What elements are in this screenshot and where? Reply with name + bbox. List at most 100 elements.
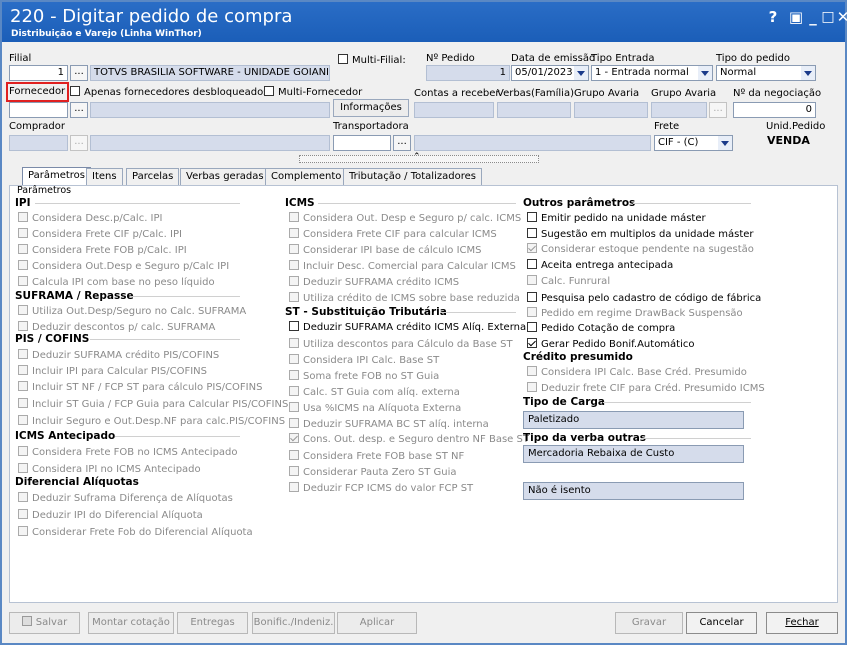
- chevron-down-icon: [718, 136, 732, 150]
- tipo-pedido-select[interactable]: Normal: [716, 65, 816, 81]
- num-negociacao-label: Nº da negociação: [733, 88, 822, 99]
- chevron-down-icon: [801, 66, 815, 80]
- tipo-carga-section-title: Tipo de Carga: [523, 396, 606, 408]
- section-divider: [641, 438, 751, 439]
- outros-checkbox-5[interactable]: Pesquisa pelo cadastro de código de fábr…: [527, 292, 761, 304]
- section-divider: [440, 312, 516, 313]
- window-title: 220 - Digitar pedido de compra: [10, 6, 293, 27]
- outros-checkbox-0[interactable]: Emitir pedido na unidade máster: [527, 212, 706, 224]
- isencao-field[interactable]: Não é isento: [523, 482, 744, 500]
- st-checkbox-5: Usa %ICMS na Alíquota Externa: [289, 402, 461, 414]
- tipo-verba-section-title: Tipo da verba outras: [523, 432, 647, 444]
- st-checkbox-0[interactable]: Deduzir SUFRAMA crédito ICMS Alíq. Exter…: [289, 321, 526, 333]
- outros-checkbox-8[interactable]: Gerar Pedido Bonif.Automático: [527, 338, 695, 350]
- st-checkbox-1: Utiliza descontos para Cálculo da Base S…: [289, 338, 513, 350]
- ipi-section-title: IPI: [15, 197, 31, 209]
- multi-filial-checkbox[interactable]: Multi-Filial:: [338, 54, 406, 66]
- tipo-carga-field[interactable]: Paletizado: [523, 411, 744, 429]
- filial-code-input[interactable]: 1: [9, 65, 68, 81]
- data-emissao-label: Data de emissão: [511, 53, 596, 64]
- ipi-checkbox-4: Calcula IPI com base no peso líquido: [18, 276, 215, 288]
- transportadora-code-input[interactable]: [333, 135, 391, 151]
- fornecedor-name-field: [90, 102, 330, 118]
- num-negociacao-input[interactable]: 0: [733, 102, 816, 118]
- close-button[interactable]: ✕: [834, 8, 847, 26]
- st-checkbox-10: Deduzir FCP ICMS do valor FCP ST: [289, 482, 473, 494]
- outros-checkbox-1[interactable]: Sugestão em multiplos da unidade máster: [527, 228, 754, 240]
- pis-checkbox-4: Incluir Seguro e Out.Desp.NF para calc.P…: [18, 415, 285, 427]
- transportadora-search-button[interactable]: ...: [393, 135, 411, 151]
- collapse-splitter[interactable]: ⌃: [299, 152, 539, 163]
- section-divider: [633, 203, 751, 204]
- data-emissao-picker[interactable]: 05/01/2023: [511, 65, 589, 81]
- section-divider: [603, 402, 751, 403]
- informacoes-button[interactable]: Informações: [333, 99, 409, 117]
- fechar-button[interactable]: Fechar: [766, 612, 838, 634]
- ipi-checkbox-2: Considera Frete FOB p/Calc. IPI: [18, 244, 187, 256]
- section-divider: [35, 203, 240, 204]
- suframa-section-title: SUFRAMA / Repasse: [15, 290, 134, 302]
- apenas-desbloqueados-checkbox[interactable]: Apenas fornecedores desbloqueados: [70, 86, 268, 98]
- window-subtitle: Distribuição e Varejo (Linha WinThor): [11, 29, 202, 39]
- outros-checkbox-4: Calc. Funrural: [527, 275, 610, 287]
- diferencial-checkbox-2: Considerar Frete Fob do Diferencial Alíq…: [18, 526, 253, 538]
- tab-complemento[interactable]: Complemento: [265, 168, 348, 185]
- grupo-avaria-2-field: [651, 102, 707, 118]
- diferencial-checkbox-1: Deduzir IPI do Diferencial Alíquota: [18, 509, 203, 521]
- filial-name-field: TOTVS BRASILIA SOFTWARE - UNIDADE GOIANI: [90, 65, 330, 81]
- montar-cotacao-button: Montar cotação: [88, 612, 174, 634]
- outros-checkbox-2: Considerar estoque pendente na sugestão: [527, 243, 754, 255]
- cancelar-button[interactable]: Cancelar: [686, 612, 757, 634]
- ipi-checkbox-0: Considera Desc.p/Calc. IPI: [18, 212, 162, 224]
- grupo-avaria-label: Grupo Avaria: [574, 88, 640, 99]
- restore-icon[interactable]: ▣: [787, 8, 805, 26]
- st-checkbox-4: Calc. ST Guia com alíq. externa: [289, 386, 460, 398]
- filial-search-button[interactable]: ...: [70, 65, 88, 81]
- tab-verbas-geradas[interactable]: Verbas geradas: [180, 168, 270, 185]
- ipi-checkbox-3: Considera Out.Desp e Seguro p/Calc IPI: [18, 260, 229, 272]
- title-bar: 220 - Digitar pedido de compra Distribui…: [2, 2, 847, 42]
- tipo-entrada-label: Tipo Entrada: [591, 53, 655, 64]
- fornecedor-search-button[interactable]: ...: [70, 102, 88, 118]
- pis-section-title: PIS / COFINS: [15, 333, 90, 345]
- verbas-familia-label: Verbas(Família): [497, 88, 574, 99]
- grupo-avaria-field: [574, 102, 648, 118]
- suframa-checkbox-0: Utiliza Out.Desp/Seguro no Calc. SUFRAMA: [18, 305, 246, 317]
- diferencial-section-title: Diferencial Alíquotas: [15, 476, 139, 488]
- help-button[interactable]: ?: [764, 8, 782, 26]
- outros-checkbox-3[interactable]: Aceita entrega antecipada: [527, 259, 673, 271]
- pis-checkbox-3: Incluir ST Guia / FCP Guia para Calcular…: [18, 398, 288, 410]
- st-checkbox-8: Considera Frete FOB base ST NF: [289, 450, 464, 462]
- icms-antecipado-checkbox-1: Considera IPI no ICMS Antecipado: [18, 463, 201, 475]
- st-checkbox-6: Deduzir SUFRAMA BC ST alíq. interna: [289, 418, 489, 430]
- credito-section-title: Crédito presumido: [523, 351, 633, 363]
- outros-checkbox-7[interactable]: Pedido Cotação de compra: [527, 322, 675, 334]
- pis-checkbox-2: Incluir ST NF / FCP ST para cálculo PIS/…: [18, 381, 262, 393]
- icms-checkbox-2: Considerar IPI base de cálculo ICMS: [289, 244, 481, 256]
- bonific-indeniz-button: Bonific./Indeniz.: [252, 612, 335, 634]
- tab-parcelas[interactable]: Parcelas: [126, 168, 180, 185]
- tab-parametros[interactable]: Parâmetros: [22, 167, 91, 185]
- pis-checkbox-0: Deduzir SUFRAMA crédito PIS/COFINS: [18, 349, 219, 361]
- tab-tributacao[interactable]: Tributação / Totalizadores: [343, 168, 482, 185]
- fornecedor-code-input[interactable]: [9, 102, 68, 118]
- frete-label: Frete: [654, 121, 680, 132]
- frete-select[interactable]: CIF - (C): [654, 135, 733, 151]
- save-icon: [21, 616, 32, 626]
- credito-checkbox-1: Deduzir frete CIF para Créd. Presumido I…: [527, 382, 765, 394]
- transportadora-label: Transportadora: [333, 121, 409, 132]
- st-section-title: ST - Substituição Tributária: [285, 306, 447, 318]
- tipo-entrada-select[interactable]: 1 - Entrada normal: [591, 65, 713, 81]
- st-checkbox-2: Considera IPI Calc. Base ST: [289, 354, 439, 366]
- icms-section-title: ICMS: [285, 197, 315, 209]
- st-checkbox-3: Soma frete FOB no ST Guia: [289, 370, 439, 382]
- icms-checkbox-1: Considera Frete CIF para calcular ICMS: [289, 228, 497, 240]
- st-checkbox-9: Considerar Pauta Zero ST Guia: [289, 466, 457, 478]
- multi-fornecedor-checkbox[interactable]: Multi-Fornecedor: [264, 86, 362, 98]
- outros-section-title: Outros parâmetros: [523, 197, 636, 209]
- unid-pedido-value: VENDA: [767, 134, 810, 147]
- tab-itens[interactable]: Itens: [86, 168, 123, 185]
- tipo-verba-field[interactable]: Mercadoria Rebaixa de Custo: [523, 445, 744, 463]
- transportadora-name-field: [414, 135, 651, 151]
- section-divider: [115, 436, 240, 437]
